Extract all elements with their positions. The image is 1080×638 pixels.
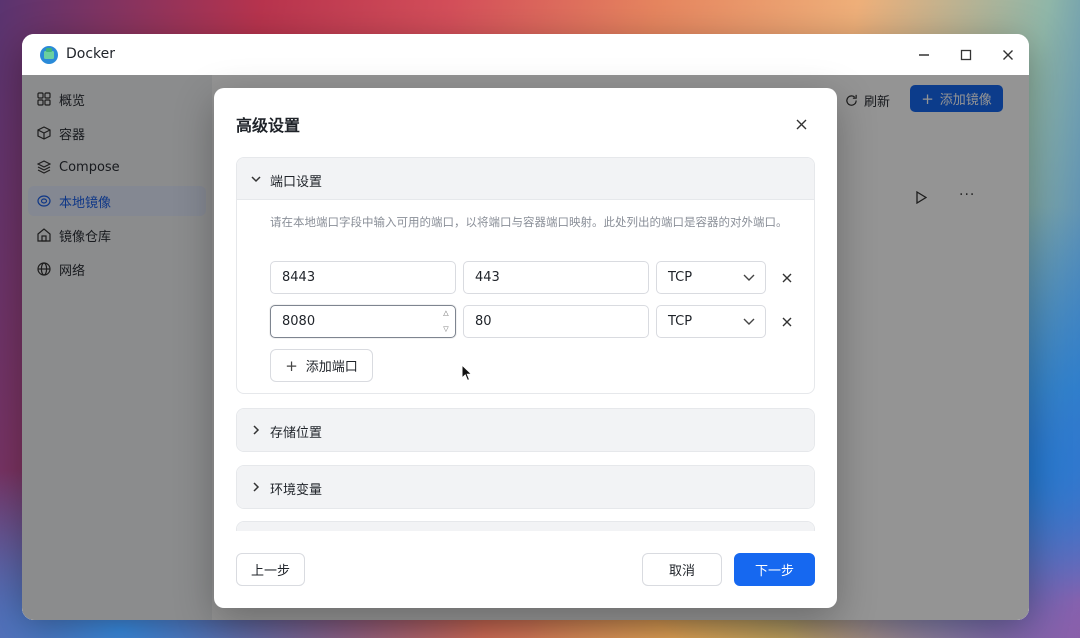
- port-settings-section: 端口设置 请在本地端口字段中输入可用的端口，以将端口与容器端口映射。此处列出的端…: [236, 157, 815, 394]
- protocol-select[interactable]: TCP: [656, 261, 766, 294]
- next-step-button[interactable]: 下一步: [734, 553, 815, 586]
- env-vars-section[interactable]: 环境变量: [236, 465, 815, 509]
- mouse-cursor-icon: [461, 364, 473, 382]
- previous-step-button[interactable]: 上一步: [236, 553, 305, 586]
- port-description: 请在本地端口字段中输入可用的端口，以将端口与容器端口映射。此处列出的端口是容器的…: [270, 215, 788, 229]
- advanced-settings-dialog: 高级设置 端口设置 请在本地端口字段中输入可用的端口，以将端口与容器端口映射。此…: [214, 88, 837, 608]
- protocol-value: TCP: [668, 270, 693, 285]
- chevron-down-icon: [743, 318, 755, 325]
- title-bar[interactable]: Docker: [22, 34, 1029, 75]
- storage-section[interactable]: 存储位置: [236, 408, 815, 452]
- chevron-down-icon[interactable]: ▽: [443, 325, 448, 334]
- chevron-down-icon: [743, 274, 755, 281]
- storage-header[interactable]: 存储位置: [237, 409, 814, 451]
- container-port-input[interactable]: 443: [463, 261, 649, 294]
- local-port-value: 8443: [282, 270, 316, 285]
- close-icon[interactable]: [791, 114, 811, 134]
- section-label: 端口设置: [270, 175, 323, 190]
- env-vars-header[interactable]: 环境变量: [237, 466, 814, 508]
- cancel-button[interactable]: 取消: [642, 553, 722, 586]
- next-section-partial: [236, 521, 815, 531]
- minimize-icon[interactable]: [912, 43, 936, 67]
- number-stepper[interactable]: △ ▽: [440, 309, 452, 334]
- add-port-button[interactable]: + 添加端口: [270, 349, 373, 382]
- docker-app-icon: [40, 46, 58, 64]
- chevron-right-icon: [253, 482, 260, 492]
- container-port-input[interactable]: 80: [463, 305, 649, 338]
- container-port-value: 443: [475, 270, 500, 285]
- window-title: Docker: [66, 46, 116, 62]
- container-port-value: 80: [475, 314, 492, 329]
- chevron-up-icon[interactable]: △: [443, 309, 448, 318]
- dialog-title: 高级设置: [236, 116, 301, 135]
- chevron-down-icon: [251, 176, 261, 183]
- local-port-input[interactable]: 8443: [270, 261, 456, 294]
- protocol-value: TCP: [668, 314, 693, 329]
- plus-icon: +: [285, 356, 298, 375]
- section-label: 环境变量: [270, 483, 323, 498]
- local-port-value: 8080: [282, 314, 316, 329]
- close-icon[interactable]: [996, 43, 1020, 67]
- local-port-input[interactable]: 8080 △ ▽: [270, 305, 456, 338]
- remove-port-icon[interactable]: [779, 270, 795, 286]
- protocol-select[interactable]: TCP: [656, 305, 766, 338]
- chevron-right-icon: [253, 425, 260, 435]
- next-section-header: [237, 522, 814, 531]
- maximize-icon[interactable]: [954, 43, 978, 67]
- remove-port-icon[interactable]: [779, 314, 795, 330]
- port-settings-header[interactable]: 端口设置: [237, 158, 814, 200]
- add-port-label: 添加端口: [305, 360, 358, 375]
- section-label: 存储位置: [270, 426, 323, 441]
